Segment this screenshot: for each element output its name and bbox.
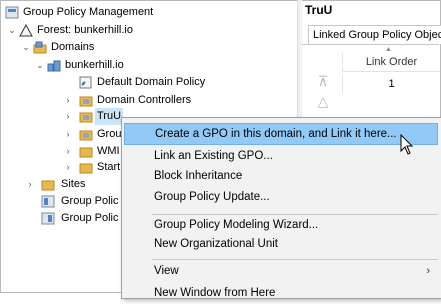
chevron-down-icon[interactable]: ⌄	[7, 22, 17, 39]
domain-icon	[47, 60, 61, 72]
column-header-link-order[interactable]: Link Order	[342, 53, 440, 72]
tree-label-gp-results: Group Polic	[61, 212, 119, 224]
gpo-link-icon	[79, 76, 92, 89]
details-title: TruU	[305, 3, 333, 17]
menu-item-block-inheritance[interactable]: Block Inheritance	[124, 165, 438, 187]
menu-item-create-gpo-link[interactable]: Create a GPO in this domain, and Link it…	[124, 123, 438, 145]
tree-label-truu: TruU	[95, 108, 124, 125]
domains-folder-icon	[33, 41, 47, 54]
move-to-top-icon[interactable]: ⊼	[314, 73, 332, 93]
modeling-icon	[41, 195, 55, 208]
tree-label-forest: Forest: bunkerhill.io	[37, 24, 133, 36]
menu-item-view[interactable]: View ›	[124, 260, 438, 282]
ou-folder-icon	[79, 112, 93, 123]
chevron-down-icon[interactable]: ⌄	[21, 39, 31, 56]
menu-item-view-label: View	[154, 265, 179, 277]
tab-linked-gpos[interactable]: Linked Group Policy Objects	[308, 25, 441, 44]
forest-icon	[19, 24, 33, 37]
chevron-right-icon[interactable]: ›	[63, 92, 73, 109]
tree-label-gp-modeling: Group Polic	[61, 195, 119, 207]
tree-label-wmi: WMI	[97, 145, 120, 157]
chevron-right-icon[interactable]: ›	[63, 108, 73, 125]
context-menu: Create a GPO in this domain, and Link it…	[121, 117, 441, 299]
move-up-icon[interactable]: △	[314, 93, 332, 113]
tree-label-start: Start	[97, 161, 121, 173]
menu-item-new-window[interactable]: New Window from Here	[124, 282, 438, 304]
tree-label-default-domain-policy: Default Domain Policy	[97, 76, 206, 88]
ou-folder-icon	[79, 96, 93, 107]
mouse-cursor-icon	[400, 134, 414, 155]
chevron-right-icon[interactable]: ›	[25, 176, 35, 193]
sort-ascending-icon: ▲	[385, 46, 392, 53]
starter-folder-icon	[79, 163, 93, 174]
results-icon	[41, 212, 55, 225]
tree-label-grou: Grou	[97, 128, 122, 140]
chevron-right-icon[interactable]: ›	[63, 159, 73, 176]
gpm-icon	[5, 6, 19, 19]
tree-label-domains: Domains	[51, 41, 95, 53]
menu-item-gp-update[interactable]: Group Policy Update...	[124, 186, 438, 208]
tab-underline	[302, 44, 439, 45]
cell-link-order: 1	[342, 75, 440, 93]
tree-label-root: Group Policy Management	[23, 6, 154, 18]
chevron-right-icon[interactable]: ›	[63, 143, 73, 160]
tree-label-sites: Sites	[61, 178, 86, 190]
submenu-arrow-icon: ›	[426, 265, 430, 277]
menu-item-new-ou[interactable]: New Organizational Unit	[124, 233, 438, 255]
reorder-buttons: ⊼ △	[314, 73, 334, 113]
tree-label-domain-controllers: Domain Controllers	[97, 94, 192, 106]
chevron-right-icon[interactable]: ›	[63, 126, 73, 143]
menu-item-link-existing-gpo[interactable]: Link an Existing GPO...	[124, 145, 438, 167]
chevron-down-icon[interactable]: ⌄	[35, 57, 45, 74]
tree-label-domain: bunkerhill.io	[65, 59, 124, 71]
ou-folder-icon	[79, 130, 93, 141]
wmi-folder-icon	[79, 147, 93, 158]
sites-folder-icon	[41, 180, 55, 191]
